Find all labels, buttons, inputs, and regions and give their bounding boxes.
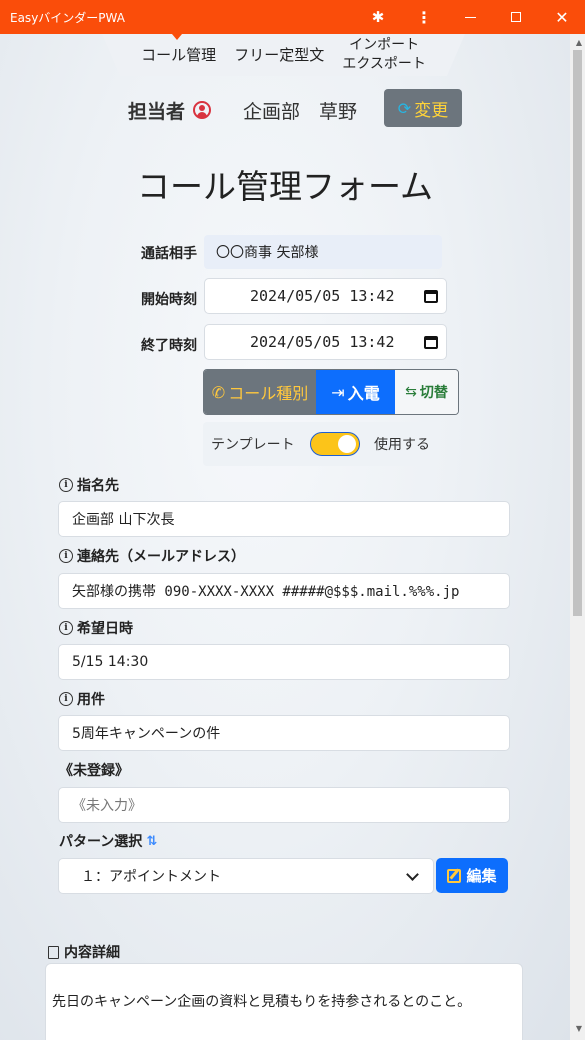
- template-label: テンプレート: [211, 437, 295, 453]
- chevron-down-icon: [406, 868, 419, 881]
- person-name: 企画部 草野: [243, 101, 358, 123]
- end-time-value: 2024/05/05 13:42: [250, 333, 395, 351]
- pencil-square-icon: [447, 868, 462, 883]
- pattern-selected-value: １：アポイントメント: [81, 869, 221, 885]
- end-time-input[interactable]: 2024/05/05 13:42: [204, 324, 447, 360]
- tab-export-label: エクスポート: [342, 56, 426, 72]
- unregistered-input[interactable]: 《未入力》: [58, 787, 510, 823]
- partner-label: 通話相手: [141, 246, 197, 262]
- preferred-datetime-label-text: 希望日時: [77, 621, 133, 637]
- contact-label: i 連絡先（メールアドレス）: [59, 546, 245, 566]
- pattern-select[interactable]: １：アポイントメント: [58, 858, 434, 894]
- scrollbar-thumb[interactable]: [573, 50, 582, 616]
- tab-call-management[interactable]: コール管理: [141, 46, 216, 65]
- tab-nav: コール管理 フリー定型文 インポート エクスポート: [102, 34, 465, 76]
- edit-button-label: 編集: [466, 867, 497, 885]
- start-time-input[interactable]: 2024/05/05 13:42: [204, 278, 447, 314]
- subject-label-text: 用件: [77, 692, 105, 708]
- preferred-datetime-input[interactable]: 5/15 14:30: [58, 644, 510, 680]
- switch-button[interactable]: ⇆ 切替: [395, 370, 458, 414]
- incoming-call-label: 入電: [347, 384, 380, 403]
- contact-label-text: 連絡先（メールアドレス）: [77, 549, 245, 565]
- template-toggle-row: テンプレート 使用する: [203, 422, 438, 466]
- title-bar: EasyバインダーPWA ✱ ⋮ ✕: [0, 0, 585, 34]
- info-icon: i: [59, 692, 73, 706]
- start-time-label: 開始時刻: [141, 292, 197, 308]
- maximize-button[interactable]: [493, 0, 539, 34]
- subject-input[interactable]: 5周年キャンペーンの件: [58, 715, 510, 751]
- info-icon: i: [59, 549, 73, 563]
- calendar-icon[interactable]: [424, 336, 438, 349]
- pattern-label: パターン選択 ⇅: [59, 831, 157, 851]
- unregistered-label: 《未登録》: [59, 760, 129, 780]
- person-row: 担当者 企画部 草野: [0, 89, 570, 129]
- phone-icon: ✆: [211, 382, 226, 402]
- active-tab-indicator: [172, 34, 182, 40]
- designee-label-text: 指名先: [77, 478, 119, 494]
- tab-import-export[interactable]: インポート エクスポート: [342, 36, 426, 74]
- menu-dots-icon: ⋮: [416, 7, 432, 27]
- incoming-call-button[interactable]: ⇥ 入電: [316, 370, 395, 414]
- change-button-label: 変更: [414, 100, 449, 121]
- call-type-label: コール種別: [228, 384, 309, 403]
- person-label: 担当者: [128, 101, 186, 123]
- page-content: コール管理 フリー定型文 インポート エクスポート 担当者 企画部 草野 ⟳ 変…: [0, 34, 570, 1040]
- designee-input[interactable]: 企画部 山下次長: [58, 501, 510, 537]
- info-icon: i: [59, 621, 73, 635]
- tab-free-template[interactable]: フリー定型文: [234, 46, 324, 65]
- sign-in-icon: ⇥: [331, 382, 345, 402]
- detail-textarea[interactable]: 先日のキャンペーン企画の資料と見積もりを持参されるとのこと。: [45, 963, 523, 1040]
- puzzle-icon: ✱: [371, 8, 385, 26]
- scroll-down-icon[interactable]: ▼: [576, 1024, 582, 1033]
- detail-label-text: 内容詳細: [64, 945, 120, 961]
- app-title: EasyバインダーPWA: [10, 10, 125, 25]
- maximize-icon: [511, 12, 521, 22]
- preferred-datetime-label: i 希望日時: [59, 618, 133, 638]
- sort-arrows-icon: ⇅: [146, 833, 158, 849]
- start-time-value: 2024/05/05 13:42: [250, 287, 395, 305]
- document-icon: [48, 945, 59, 959]
- calendar-icon[interactable]: [424, 290, 438, 303]
- contact-input[interactable]: 矢部様の携帯 090-XXXX-XXXX #####@$$$.mail.%%%.…: [58, 573, 510, 609]
- info-icon: i: [59, 478, 73, 492]
- toggle-knob: [338, 435, 356, 453]
- minimize-icon: [464, 16, 476, 18]
- person-circle-icon: [193, 101, 211, 119]
- partner-field[interactable]: 〇〇商事 矢部様: [204, 235, 442, 269]
- tab-import-label: インポート: [349, 37, 420, 53]
- extensions-button[interactable]: ✱: [355, 0, 401, 34]
- unregistered-label-text: 《未登録》: [59, 763, 129, 779]
- designee-label: i 指名先: [59, 475, 119, 495]
- menu-button[interactable]: ⋮: [401, 0, 447, 34]
- edit-pattern-button[interactable]: 編集: [436, 858, 508, 893]
- close-icon: ✕: [555, 7, 569, 27]
- swap-arrows-icon: ⇆: [405, 384, 417, 400]
- call-type-button[interactable]: ✆ コール種別: [204, 370, 316, 414]
- minimize-button[interactable]: [447, 0, 493, 34]
- switch-label: 切替: [419, 385, 448, 401]
- change-person-button[interactable]: ⟳ 変更: [384, 89, 462, 127]
- call-type-group: ✆ コール種別 ⇥ 入電 ⇆ 切替: [203, 369, 459, 415]
- form-title: コール管理フォーム: [136, 167, 433, 206]
- refresh-icon: ⟳: [397, 98, 412, 118]
- subject-label: i 用件: [59, 689, 105, 709]
- template-toggle[interactable]: [310, 432, 360, 456]
- pattern-label-text: パターン選択: [59, 834, 143, 850]
- close-button[interactable]: ✕: [539, 0, 585, 34]
- detail-label: 内容詳細: [48, 942, 120, 962]
- scroll-up-icon[interactable]: ▲: [576, 38, 582, 47]
- end-time-label: 終了時刻: [141, 338, 197, 354]
- template-use-label: 使用する: [374, 437, 430, 453]
